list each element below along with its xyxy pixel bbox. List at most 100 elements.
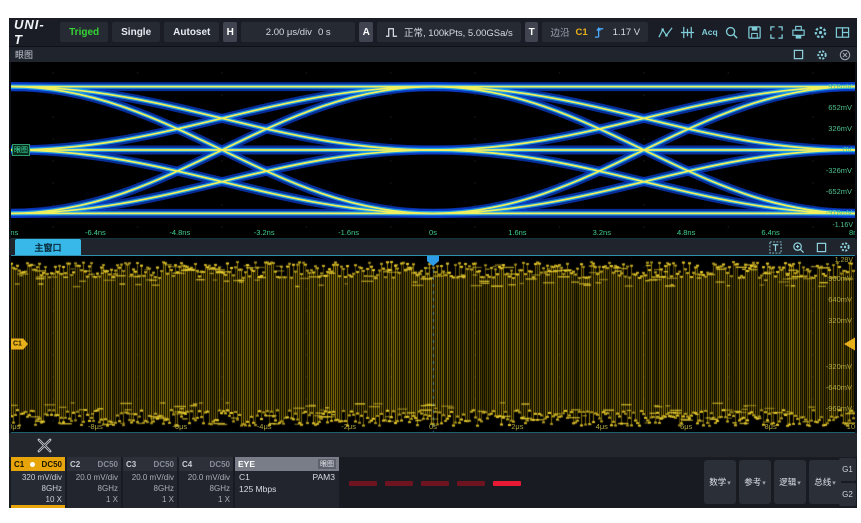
acq-icon-label: Acq: [702, 27, 718, 37]
eye-card-bitrate: 125 Mbps: [239, 484, 276, 495]
activity-dash: [385, 481, 413, 486]
acquire-settings[interactable]: 正常, 100kPts, 5.00GSa/s: [377, 22, 521, 42]
eye-diagram-svg: [11, 62, 855, 238]
close-icon[interactable]: [838, 48, 851, 61]
eye-voltage-label: 978mV: [828, 83, 852, 91]
eye-plot[interactable]: 眼图 -1.16V -8ns-6.4ns-4.8ns-3.2ns-1.6ns0s…: [11, 62, 855, 239]
channel-probe: 1 X: [67, 494, 118, 505]
main-window-header: 主窗口: [9, 239, 857, 255]
eye-voltage-label: -652mV: [826, 188, 852, 196]
brand-logo: UNI-T: [14, 18, 50, 47]
maximize-icon[interactable]: [815, 241, 828, 254]
dropdown-arrow-icon: [762, 477, 766, 487]
channel-probe: 1 X: [179, 494, 230, 505]
single-button[interactable]: Single: [112, 22, 160, 42]
reference-menu-button[interactable]: 参考: [739, 460, 771, 504]
pulse-icon: [385, 26, 398, 39]
eye-time-label: 0s: [429, 229, 437, 237]
tools-row: [9, 433, 857, 457]
eye-window-header: 眼图: [9, 47, 857, 62]
eye-zero-tag[interactable]: 眼图: [12, 144, 30, 156]
trigger-settings[interactable]: 边沿 C1 1.17 V: [542, 22, 648, 42]
horizontal-settings[interactable]: 2.00 μs/div 0 s: [241, 22, 355, 42]
eye-time-label: 4.8ns: [677, 229, 695, 237]
search-icon[interactable]: [723, 22, 741, 42]
logic-menu-button[interactable]: 逻辑: [774, 460, 806, 504]
zoom-in-icon[interactable]: [792, 241, 805, 254]
channel-coupling: DC50: [154, 460, 174, 469]
acquisition-info: 正常, 100kPts, 5.00GSa/s: [404, 25, 513, 39]
channel-probe: 1 X: [123, 494, 174, 505]
eye-voltage-label: -978mV: [826, 209, 852, 217]
maximize-icon[interactable]: [792, 48, 805, 61]
channel-scale: 20.0 mV/div: [123, 472, 174, 483]
main-time-label: -2μs: [341, 423, 356, 431]
rising-edge-icon: [594, 26, 607, 39]
main-voltage-label: -320mV: [826, 363, 852, 371]
channel-name: C1: [14, 460, 24, 469]
trigger-t-icon[interactable]: [769, 241, 782, 254]
cursor-grid-icon[interactable]: [678, 22, 696, 42]
channel-scale: 20.0 mV/div: [179, 472, 230, 483]
channel-coupling: DC50: [42, 460, 62, 469]
main-plot[interactable]: C1 1.28V -10μs-8μs-6μs-4μs-2μs0s2μs4μs6μ…: [11, 255, 855, 433]
main-voltage-label: 960mV: [828, 275, 852, 283]
autoset-button[interactable]: Autoset: [164, 22, 219, 42]
trigger-source: C1: [575, 27, 587, 38]
group-g1-button[interactable]: G1: [839, 458, 856, 481]
eye-card-source: C1: [239, 472, 250, 483]
fullscreen-icon[interactable]: [767, 22, 785, 42]
horizontal-badge[interactable]: H: [223, 22, 237, 42]
trigger-level-value: 1.17 V: [613, 27, 640, 38]
channel-coupling: DC50: [210, 460, 230, 469]
eye-time-label: -3.2ns: [254, 229, 275, 237]
eye-time-label: 3.2ns: [593, 229, 611, 237]
activity-dash: [457, 481, 485, 486]
tab-main-window[interactable]: 主窗口: [15, 239, 81, 255]
oscilloscope-app: UNI-T Triged Single Autoset H 2.00 μs/di…: [9, 18, 857, 508]
math-menu-button[interactable]: 数学: [704, 460, 736, 504]
group-g2-button[interactable]: G2: [839, 483, 856, 506]
channel-card-c3[interactable]: C3DC50 20.0 mV/div 8GHz 1 X: [123, 457, 177, 508]
dropdown-arrow-icon: [832, 477, 836, 487]
main-top-edge-label: 1.28V: [835, 257, 853, 264]
channel-active-dot: [30, 462, 35, 467]
dropdown-arrow-icon: [727, 477, 731, 487]
channel-bandwidth: 8GHz: [67, 483, 118, 494]
channel-name: C4: [182, 460, 192, 469]
dropdown-arrow-icon: [797, 477, 801, 487]
tools-cross-icon[interactable]: [35, 436, 53, 454]
gear-icon[interactable]: [815, 48, 828, 61]
main-time-label: -6μs: [172, 423, 187, 431]
main-time-label: 2μs: [511, 423, 523, 431]
trigger-badge[interactable]: T: [525, 22, 539, 42]
channel-bandwidth: 8GHz: [123, 483, 174, 494]
measure-icon[interactable]: [656, 22, 674, 42]
main-time-label: -10μs: [11, 423, 20, 431]
top-toolbar: UNI-T Triged Single Autoset H 2.00 μs/di…: [9, 18, 857, 46]
acq-icon[interactable]: Acq: [701, 22, 719, 42]
bus-menu-label: 总线: [814, 476, 831, 488]
save-icon[interactable]: [745, 22, 763, 42]
eye-time-label: -6.4ns: [85, 229, 106, 237]
main-time-label: -4μs: [257, 423, 272, 431]
logic-menu-label: 逻辑: [779, 476, 796, 488]
eye-card-tag: 眼图: [318, 459, 336, 469]
channel-card-c1[interactable]: C1DC50 320 mV/div 8GHz 10 X: [11, 457, 65, 508]
print-icon[interactable]: [789, 22, 807, 42]
channel-coupling: DC50: [98, 460, 118, 469]
settings-icon[interactable]: [812, 22, 830, 42]
acquire-badge[interactable]: A: [359, 22, 373, 42]
layout-icon[interactable]: [834, 22, 852, 42]
timebase-value: 2.00 μs/div: [266, 27, 312, 38]
reference-menu-label: 参考: [744, 476, 761, 488]
activity-dash: [493, 481, 521, 486]
channel-card-c2[interactable]: C2DC50 20.0 mV/div 8GHz 1 X: [67, 457, 121, 508]
bus-menu-button[interactable]: 总线: [809, 460, 841, 504]
eye-time-label: 6.4ns: [761, 229, 779, 237]
trigger-status-button[interactable]: Triged: [60, 22, 108, 42]
main-voltage-label: 640mV: [828, 296, 852, 304]
channel-card-c4[interactable]: C4DC50 20.0 mV/div 8GHz 1 X: [179, 457, 233, 508]
gear-icon[interactable]: [838, 241, 851, 254]
eye-status-card[interactable]: EYE 眼图 C1 PAM3 125 Mbps: [235, 457, 339, 508]
